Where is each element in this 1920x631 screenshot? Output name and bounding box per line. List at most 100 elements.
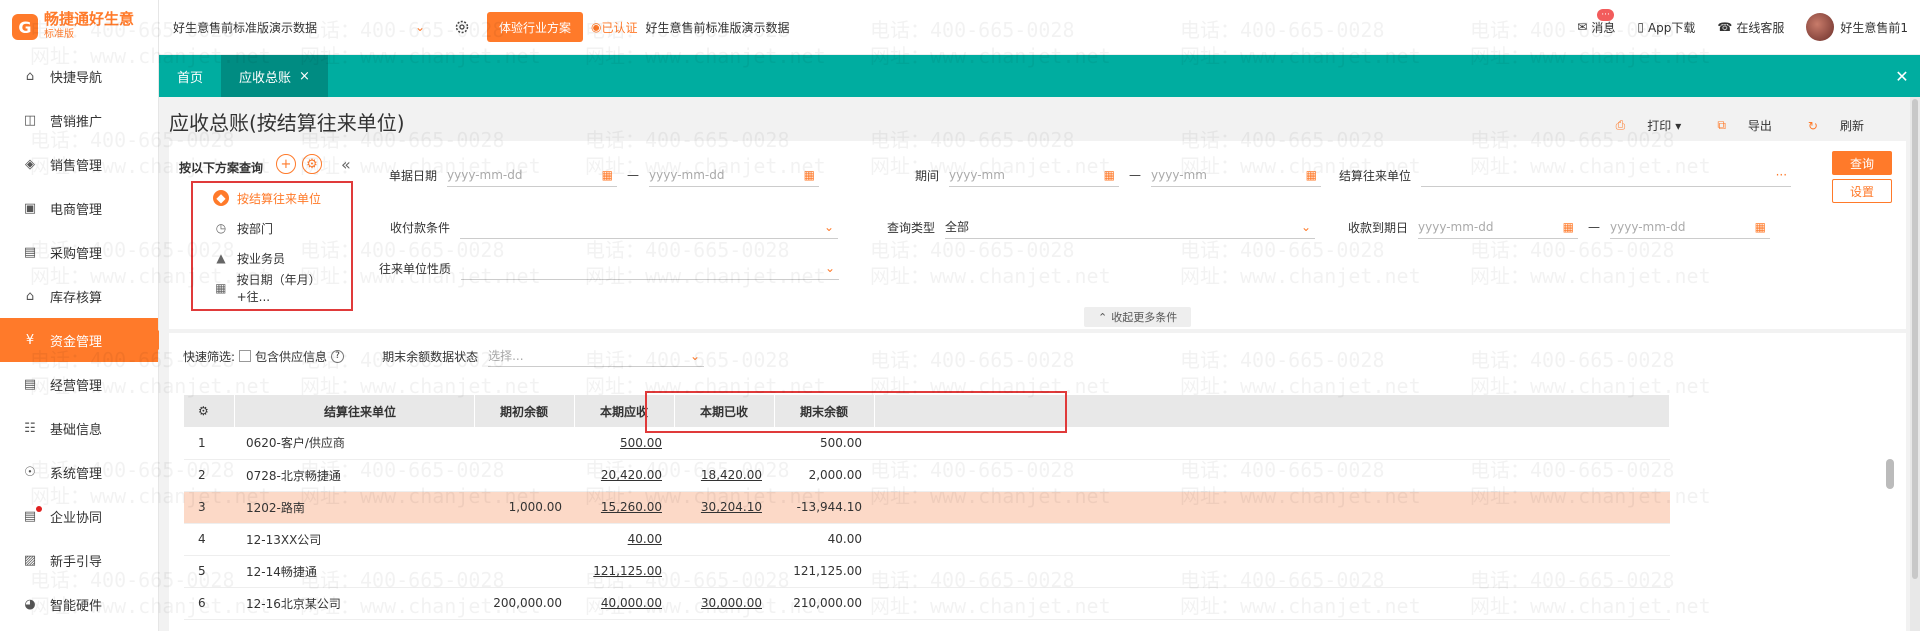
tab-home[interactable]: 首页 bbox=[159, 55, 221, 97]
due-link[interactable]: 500.00 bbox=[620, 436, 662, 450]
phone-icon: ▯ bbox=[1637, 20, 1644, 34]
sidebar-item-label: 资金管理 bbox=[50, 334, 103, 350]
sidebar-item-11[interactable]: ▨ 新手引导 bbox=[0, 538, 158, 582]
table-row[interactable]: 6 12-16北京某公司 200,000.00 40,000.00 30,000.00 2… bbox=[184, 587, 1670, 620]
money-icon: ¥ bbox=[25, 332, 35, 348]
period-end-input[interactable]: yyyy-mm ▦ bbox=[1151, 163, 1322, 187]
page-scrollbar[interactable] bbox=[1910, 97, 1920, 631]
col-partner[interactable]: 结算往来单位 bbox=[234, 395, 475, 427]
refresh-icon: ↻ bbox=[1807, 118, 1818, 133]
period-field: 期间 yyyy-mm ▦ — yyyy-mm ▦ bbox=[915, 163, 1322, 187]
user-menu[interactable]: 好生意售前1 bbox=[1806, 13, 1908, 41]
more-icon[interactable]: ··· bbox=[1776, 168, 1787, 182]
col-opening[interactable]: 期初余额 bbox=[474, 395, 575, 427]
sidebar-item-label: 采购管理 bbox=[50, 246, 103, 262]
table-row[interactable]: 5 12-14畅捷通 121,125.00 121,125.00 bbox=[184, 555, 1670, 588]
brand-logo[interactable]: G 畅捷通好生意 标准版 bbox=[0, 0, 158, 54]
help-icon[interactable]: ? bbox=[331, 349, 345, 363]
app-download-button[interactable]: ▯ App下载 bbox=[1637, 19, 1695, 36]
close-all-tabs-button[interactable]: ✕ bbox=[1884, 55, 1920, 97]
add-scheme-button[interactable]: + bbox=[276, 154, 296, 174]
trial-industry-button[interactable]: 体验行业方案 bbox=[487, 12, 584, 42]
partner-cell: 12-16北京某公司 bbox=[234, 587, 474, 620]
row-index: 5 bbox=[184, 555, 234, 588]
pay-condition-select[interactable]: ⌄ bbox=[460, 215, 838, 239]
received-link[interactable]: 30,000.00 bbox=[701, 596, 762, 610]
online-service-button[interactable]: ☎ 在线客服 bbox=[1717, 19, 1784, 36]
chevron-up-icon: ⌃ bbox=[1098, 310, 1108, 324]
received-link[interactable]: 18,420.00 bbox=[701, 468, 762, 482]
sidebar-item-1[interactable]: ◫ 营销推广 bbox=[0, 98, 158, 142]
doc-date-start-input[interactable]: yyyy-mm-dd ▦ bbox=[447, 163, 618, 187]
collapse-more-conditions-button[interactable]: ⌃ 收起更多条件 bbox=[1084, 307, 1192, 327]
table-row[interactable]: 3 1202-路南 1,000.00 15,260.00 30,204.10 -13,94… bbox=[184, 491, 1670, 524]
due-link[interactable]: 15,260.00 bbox=[601, 500, 662, 514]
verified-badge: ◉ 已认证 bbox=[591, 20, 638, 35]
sidebar-item-3[interactable]: ▣ 电商管理 bbox=[0, 186, 158, 230]
brand-name: 畅捷通好生意 bbox=[44, 10, 135, 28]
due-link[interactable]: 20,420.00 bbox=[601, 468, 662, 482]
table-row[interactable]: 2 0728-北京畅捷通 20,420.00 18,420.00 2,000.00 bbox=[184, 459, 1670, 492]
account-select[interactable]: 好生意售前标准版演示数据 ⌄ bbox=[173, 12, 433, 42]
sidebar-item-5[interactable]: ⌂ 库存核算 bbox=[0, 274, 158, 318]
due-link[interactable]: 40.00 bbox=[628, 532, 662, 546]
sidebar-item-label: 快捷导航 bbox=[50, 70, 103, 86]
end-status-select[interactable]: 选择... ⌄ bbox=[488, 345, 705, 367]
app-root: G 畅捷通好生意 标准版 ⌂ 快捷导航 ◫ 营销推广 ◈ 销售管理 ▣ 电商管理 ▤ 采购管理 ⌂ 库… bbox=[0, 0, 1920, 631]
sidebar-item-4[interactable]: ▤ 采购管理 bbox=[0, 230, 158, 274]
tab-receivable-ledger[interactable]: 应收总账 × bbox=[221, 55, 328, 97]
gear-icon: ⚙ bbox=[306, 156, 318, 172]
received-link[interactable]: 30,204.10 bbox=[701, 500, 762, 514]
column-settings-button[interactable]: ⚙ bbox=[184, 395, 235, 427]
caret-down-icon: ▾ bbox=[1675, 118, 1682, 133]
system-icon: ☉ bbox=[24, 464, 36, 480]
close-icon[interactable]: × bbox=[299, 69, 310, 84]
scheme-icon: ▲ bbox=[216, 251, 226, 265]
scheme-item-1[interactable]: ◷ 按部门 bbox=[193, 213, 351, 243]
include-supply-checkbox[interactable] bbox=[239, 350, 252, 362]
plus-icon: + bbox=[280, 156, 292, 172]
avatar bbox=[1806, 13, 1835, 41]
closing-cell: 210,000.00 bbox=[774, 587, 874, 620]
sidebar-item-8[interactable]: ☷ 基础信息 bbox=[0, 406, 158, 450]
messages-button[interactable]: ✉ ··· 消息 bbox=[1577, 8, 1615, 36]
row-index: 2 bbox=[184, 459, 234, 492]
doc-date-end-input[interactable]: yyyy-mm-dd ▦ bbox=[649, 163, 820, 187]
export-button[interactable]: ⧉ 导出 bbox=[1699, 117, 1772, 134]
gear-icon: ⚙ bbox=[198, 404, 209, 418]
sidebar-item-2[interactable]: ◈ 销售管理 bbox=[0, 142, 158, 186]
collapse-schemes-button[interactable]: « bbox=[341, 155, 351, 174]
settings-gear-button[interactable] bbox=[451, 16, 473, 38]
sidebar-item-6[interactable]: ¥ 资金管理 bbox=[0, 318, 168, 362]
sidebar-item-9[interactable]: ☉ 系统管理 bbox=[0, 450, 158, 494]
table-scrollbar[interactable] bbox=[1886, 459, 1894, 489]
print-button[interactable]: ⎙ 打印 ▾ bbox=[1598, 117, 1682, 134]
export-icon: ⧉ bbox=[1717, 118, 1726, 132]
scheme-settings-button[interactable]: ⚙ bbox=[302, 154, 322, 174]
chevron-down-icon: ⌄ bbox=[1300, 219, 1312, 234]
sidebar-item-0[interactable]: ⌂ 快捷导航 bbox=[0, 54, 158, 98]
due-date-start-input[interactable]: yyyy-mm-dd ▦ bbox=[1418, 215, 1579, 239]
scheme-item-0[interactable]: ◆ 按结算往来单位 bbox=[193, 183, 351, 213]
query-type-select[interactable]: 全部 ⌄ bbox=[945, 215, 1316, 239]
sidebar-item-12[interactable]: ◕ 智能硬件 bbox=[0, 582, 158, 626]
sidebar-item-10[interactable]: ▤ 企业协同 bbox=[0, 494, 158, 538]
scheme-item-2[interactable]: ▲ 按业务员 bbox=[193, 243, 351, 273]
table-row[interactable]: 4 12-13XX公司 40.00 40.00 bbox=[184, 523, 1670, 556]
due-date-end-input[interactable]: yyyy-mm-dd ▦ bbox=[1610, 215, 1771, 239]
query-button[interactable]: 查询 bbox=[1832, 151, 1892, 175]
sidebar-item-7[interactable]: ▤ 经营管理 bbox=[0, 362, 158, 406]
partner-nature-select[interactable]: ⌄ bbox=[461, 256, 840, 280]
scheme-item-3[interactable]: ▦ 按日期（年月）+往... bbox=[193, 273, 351, 304]
scheme-title: 按以下方案查询 bbox=[179, 161, 264, 175]
due-link[interactable]: 121,125.00 bbox=[593, 564, 662, 578]
opening-cell bbox=[474, 459, 574, 492]
setting-button[interactable]: 设置 bbox=[1832, 179, 1892, 203]
sidebar-item-label: 库存核算 bbox=[50, 290, 103, 306]
calendar-icon: ▦ bbox=[803, 167, 816, 182]
partner-input[interactable]: ··· bbox=[1421, 163, 1792, 187]
due-link[interactable]: 40,000.00 bbox=[601, 596, 662, 610]
scheme-icon: ▦ bbox=[215, 281, 227, 295]
period-start-input[interactable]: yyyy-mm ▦ bbox=[949, 163, 1120, 187]
refresh-button[interactable]: ↻ 刷新 bbox=[1790, 117, 1864, 134]
